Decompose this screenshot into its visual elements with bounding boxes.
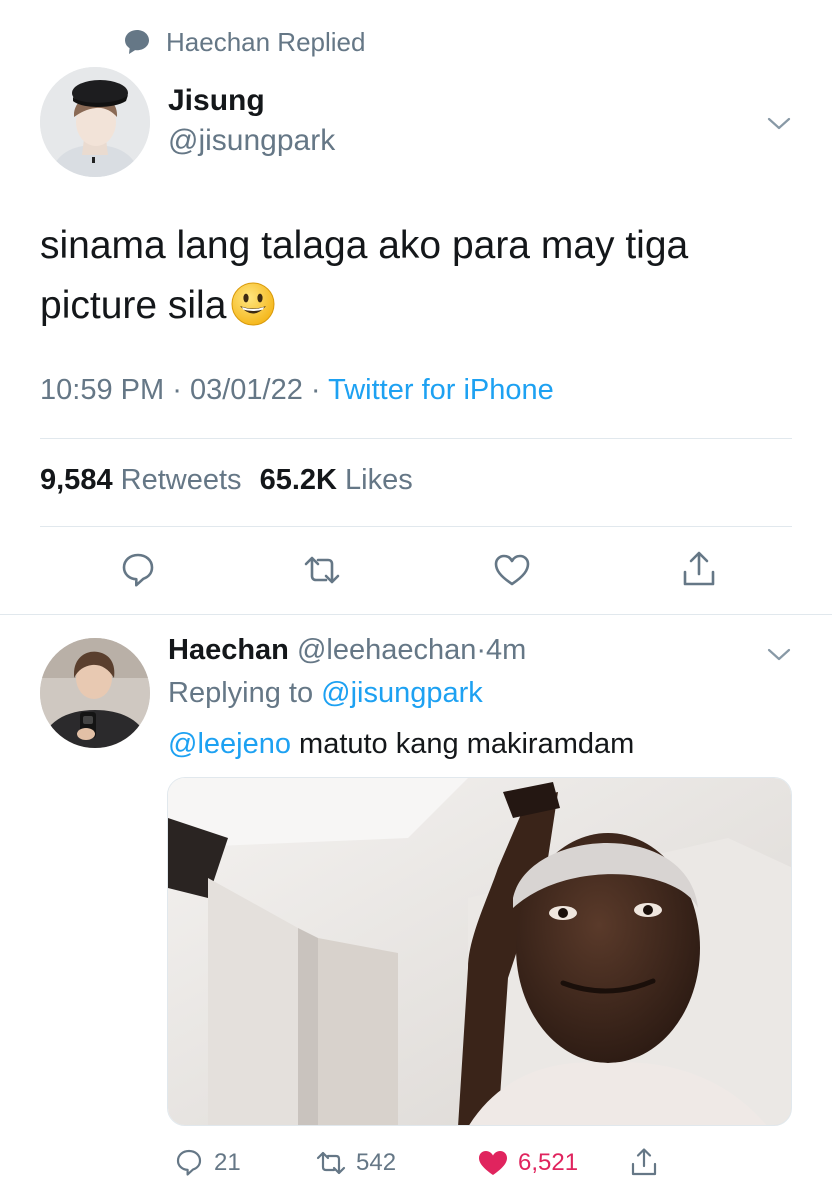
divider <box>40 526 792 527</box>
reply-author-handle[interactable]: @leehaechan <box>297 634 476 666</box>
reply-action[interactable]: 21 <box>172 1145 241 1181</box>
divider <box>40 438 792 439</box>
social-context-text: Haechan Replied <box>166 26 366 57</box>
retweet-icon <box>316 1151 346 1175</box>
reply-time[interactable]: 4m <box>486 634 526 666</box>
tweet-source-link[interactable]: Twitter for iPhone <box>328 374 554 406</box>
mention-link[interactable]: @leejeno <box>168 728 291 760</box>
like-icon[interactable] <box>490 548 534 592</box>
retweet-action[interactable]: 542 <box>314 1145 396 1181</box>
tweet-text: sinama lang talaga ako para may tiga pic… <box>40 216 800 336</box>
social-context: Haechan Replied <box>122 26 365 58</box>
reply-icon[interactable] <box>116 548 160 592</box>
retweet-icon[interactable] <box>300 548 344 592</box>
liked-heart-icon <box>479 1151 507 1175</box>
replying-label: Replying to <box>168 677 314 709</box>
retweets-label[interactable]: Retweets <box>121 464 242 496</box>
reply-separator: · <box>476 634 487 666</box>
haechan-avatar[interactable] <box>40 638 150 748</box>
replying-to: Replying to @jisungpark <box>168 677 483 710</box>
meta-separator: · <box>310 374 321 406</box>
chevron-down-icon[interactable] <box>765 644 793 664</box>
share-icon[interactable] <box>677 548 721 592</box>
likes-count[interactable]: 65.2K <box>260 464 337 496</box>
reply-text: @leejeno matuto kang makiramdam <box>168 728 634 761</box>
tweet-time: 10:59 PM <box>40 374 165 406</box>
reply-icon <box>176 1149 202 1176</box>
divider <box>0 614 832 615</box>
jisung-avatar[interactable] <box>40 67 150 177</box>
reply-text-content: matuto kang makiramdam <box>299 728 635 760</box>
grinning-face-emoji <box>231 282 275 326</box>
tweet-date: 03/01/22 <box>189 374 303 406</box>
retweet-count: 542 <box>356 1149 397 1176</box>
like-action[interactable]: 6,521 <box>476 1145 578 1181</box>
like-count: 6,521 <box>518 1149 579 1176</box>
reply-author-name[interactable]: Haechan <box>168 634 289 666</box>
speech-bubble-icon <box>125 30 149 54</box>
replying-handle-link[interactable]: @jisungpark <box>321 677 483 709</box>
meta-separator: · <box>172 374 182 406</box>
share-action[interactable] <box>627 1145 669 1181</box>
author-handle[interactable]: @jisungpark <box>168 124 335 158</box>
reply-media-image[interactable] <box>167 777 792 1126</box>
likes-label[interactable]: Likes <box>345 464 413 496</box>
author-name[interactable]: Jisung <box>168 84 265 118</box>
chevron-down-icon[interactable] <box>765 113 793 133</box>
reply-count: 21 <box>214 1149 241 1176</box>
share-icon <box>631 1148 657 1176</box>
reply-header: Haechan @leehaechan·4m <box>168 634 526 667</box>
tweet-stats: 9,584 Retweets 65.2K Likes <box>40 464 423 497</box>
tweet-meta: 10:59 PM · 03/01/22 · Twitter for iPhone <box>40 374 554 407</box>
tweet-text-content: sinama lang talaga ako para may tiga pic… <box>40 224 689 327</box>
retweets-count[interactable]: 9,584 <box>40 464 113 496</box>
